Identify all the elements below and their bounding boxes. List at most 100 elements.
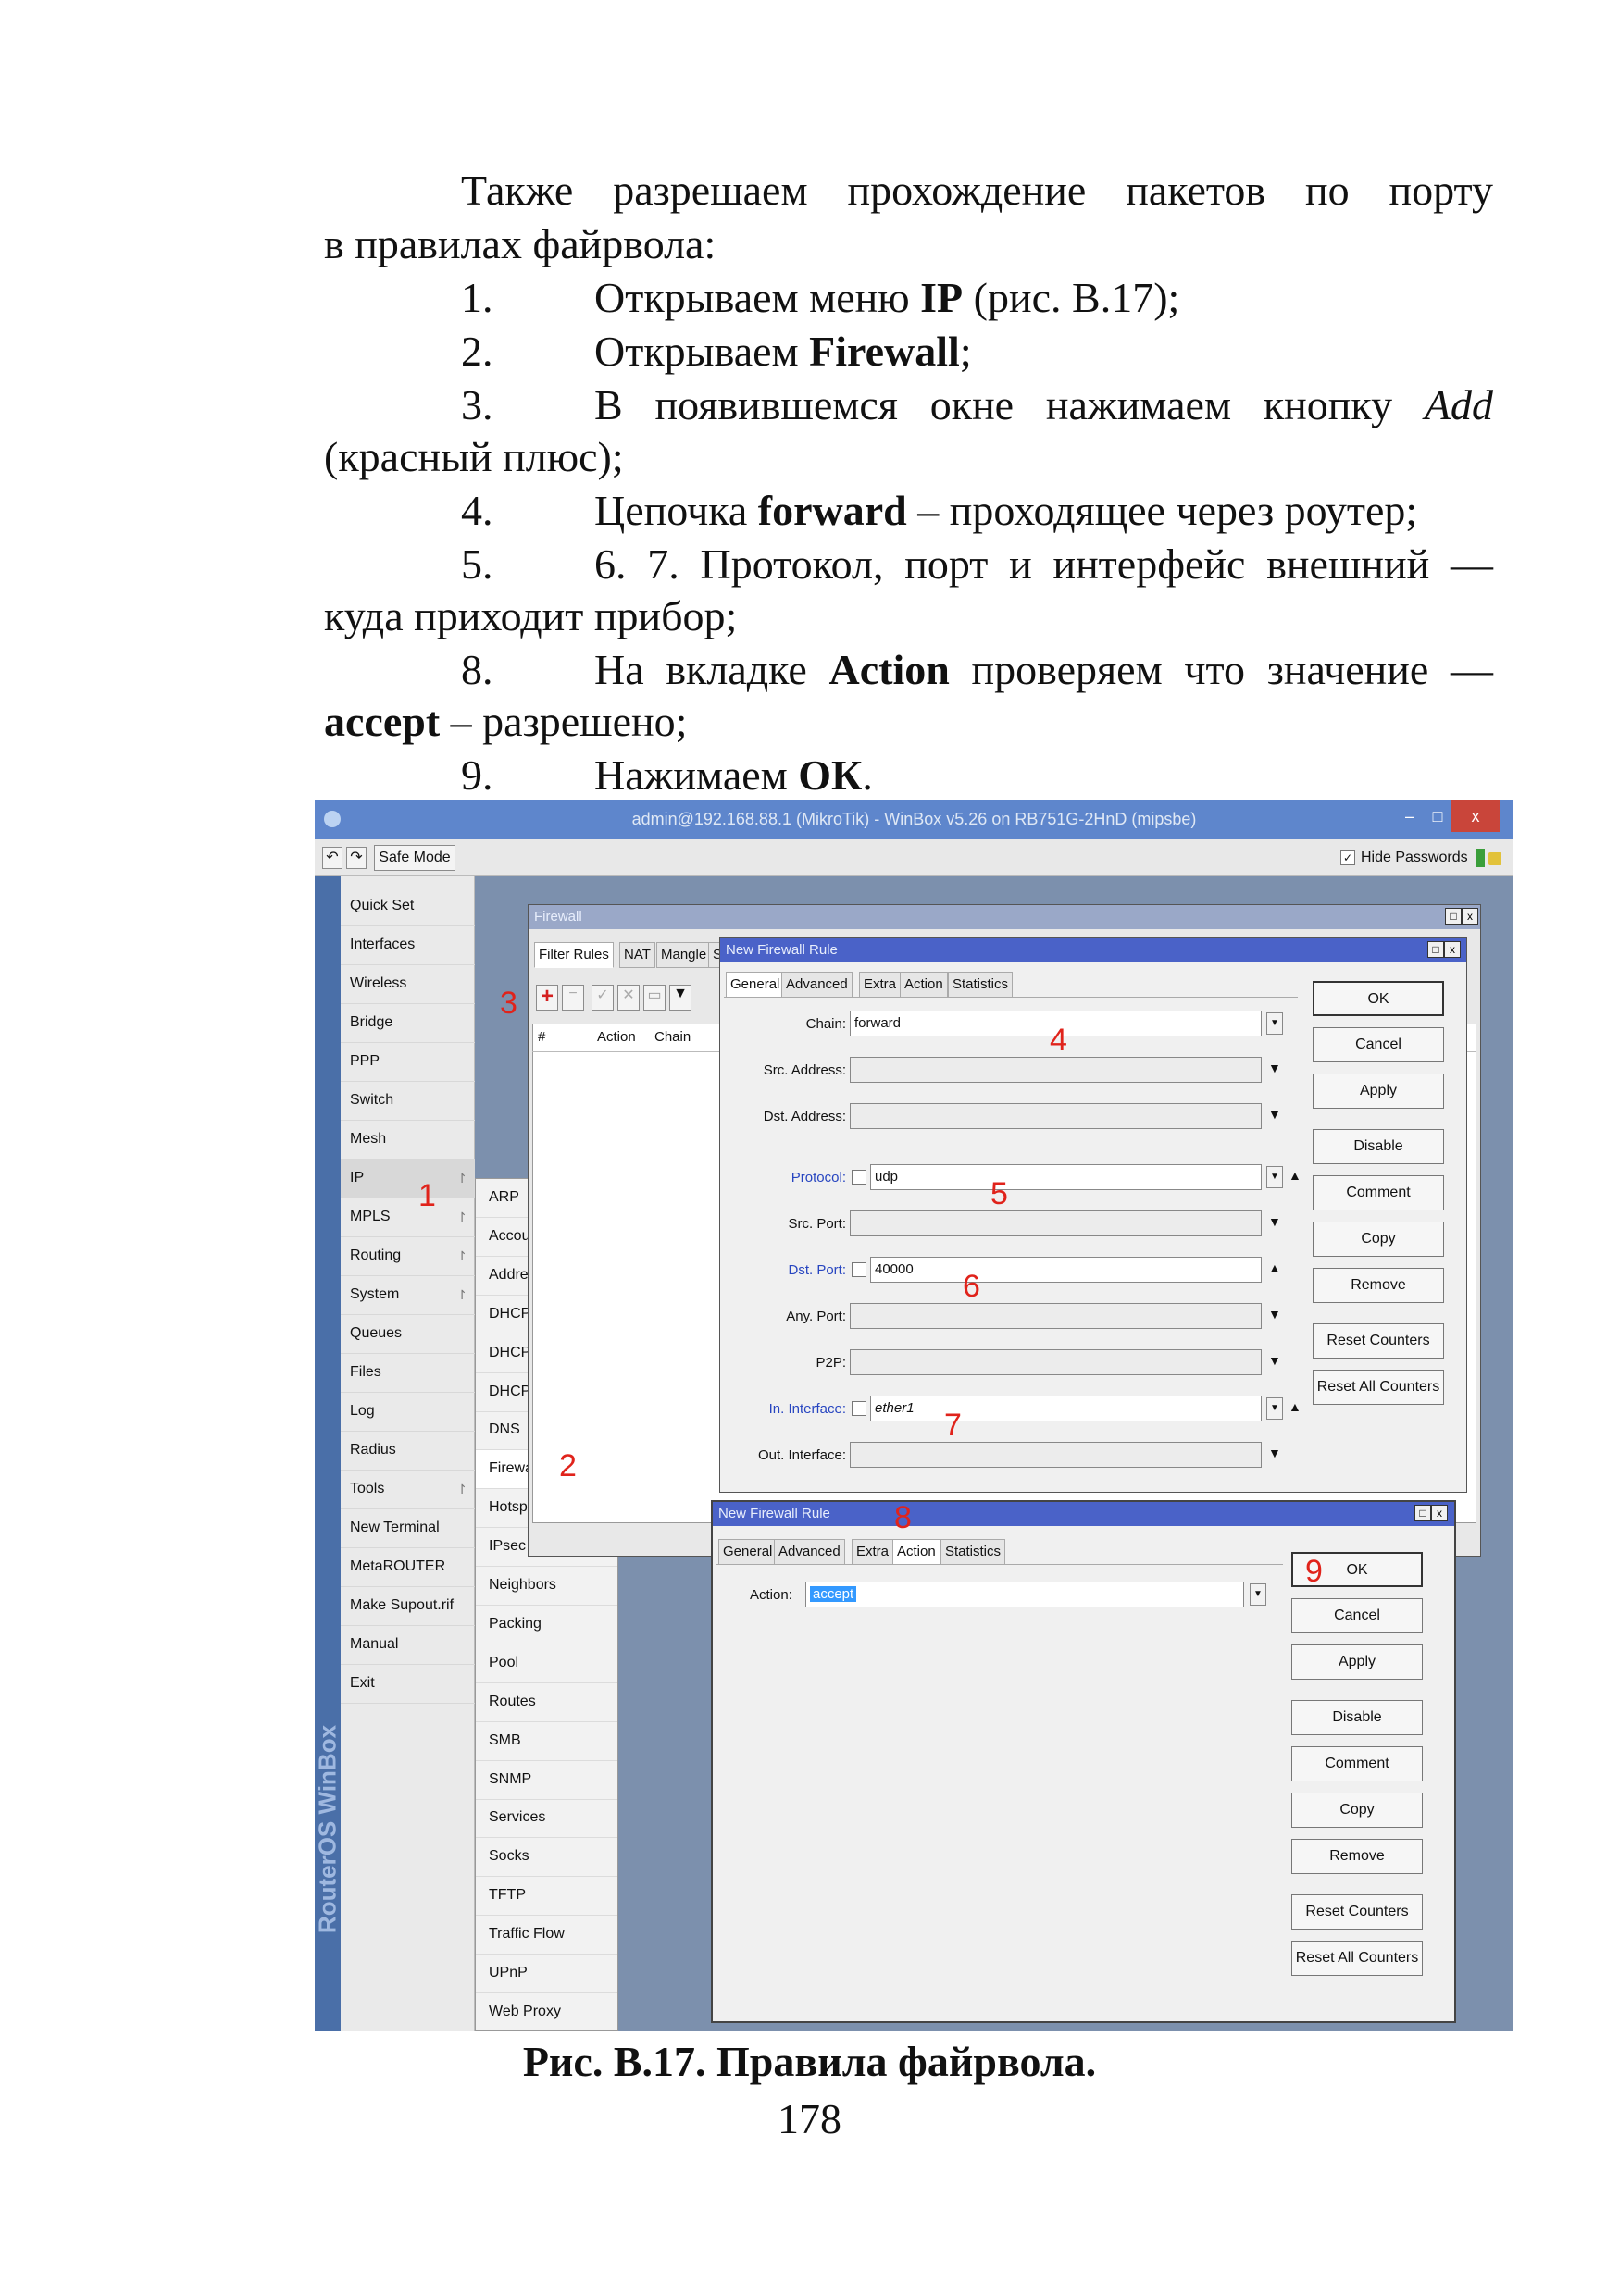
tab-filter-rules[interactable]: Filter Rules: [534, 942, 614, 968]
src-address-field[interactable]: [850, 1057, 1262, 1083]
menu-item-queues[interactable]: Queues: [341, 1315, 475, 1354]
in-interface-negate-checkbox[interactable]: [852, 1401, 866, 1416]
menu-item-mesh[interactable]: Mesh: [341, 1121, 475, 1160]
menu-item-manual[interactable]: Manual: [341, 1626, 475, 1665]
menu-item-metarouter[interactable]: MetaROUTER: [341, 1548, 475, 1587]
p2p-field[interactable]: [850, 1349, 1262, 1375]
chevron-down-icon[interactable]: ▼: [1250, 1583, 1266, 1606]
submenu-item-routes[interactable]: Routes: [476, 1683, 617, 1722]
action-field[interactable]: accept: [805, 1582, 1244, 1607]
menu-item-wireless[interactable]: Wireless: [341, 965, 475, 1004]
minimize-button[interactable]: –: [1396, 800, 1424, 832]
menu-item-quick-set[interactable]: Quick Set: [341, 887, 475, 926]
protocol-field[interactable]: udp: [870, 1164, 1262, 1190]
maximize-button[interactable]: □: [1424, 800, 1451, 832]
undo-icon[interactable]: ↶: [322, 847, 342, 869]
remove-button[interactable]: Remove: [1313, 1268, 1444, 1303]
src-port-field[interactable]: [850, 1210, 1262, 1236]
dst-address-field[interactable]: [850, 1103, 1262, 1129]
ok-button[interactable]: OK: [1313, 981, 1444, 1016]
remove-button[interactable]: Remove: [1291, 1839, 1423, 1874]
tab-mangle[interactable]: Mangle: [656, 942, 712, 968]
submenu-item-snmp[interactable]: SNMP: [476, 1761, 617, 1800]
restore-icon[interactable]: □: [1414, 1505, 1431, 1521]
chevron-down-icon[interactable]: ▼: [1266, 1166, 1283, 1188]
copy-button[interactable]: Copy: [1291, 1793, 1423, 1828]
cancel-button[interactable]: Cancel: [1291, 1598, 1423, 1633]
redo-icon[interactable]: ↷: [346, 847, 367, 869]
close-button[interactable]: x: [1451, 800, 1500, 832]
submenu-item-neighbors[interactable]: Neighbors: [476, 1567, 617, 1606]
tab-action[interactable]: Action: [900, 972, 948, 998]
reset-all-counters-button[interactable]: Reset All Counters: [1291, 1941, 1423, 1976]
menu-item-log[interactable]: Log: [341, 1393, 475, 1432]
filter-icon[interactable]: ▼: [669, 985, 691, 1011]
submenu-item-traffic-flow[interactable]: Traffic Flow: [476, 1916, 617, 1955]
menu-item-radius[interactable]: Radius: [341, 1432, 475, 1471]
tab-nat[interactable]: NAT: [619, 942, 655, 968]
safe-mode-button[interactable]: Safe Mode: [374, 845, 455, 871]
close-icon[interactable]: x: [1444, 941, 1461, 958]
collapse-icon[interactable]: ▲: [1289, 1168, 1301, 1183]
menu-item-ip[interactable]: IP ↾: [341, 1160, 475, 1198]
menu-item-routing[interactable]: Routing ↾: [341, 1237, 475, 1276]
expand-icon[interactable]: ▼: [1268, 1307, 1281, 1322]
expand-icon[interactable]: ▼: [1268, 1061, 1281, 1075]
tab-advanced[interactable]: Advanced: [781, 972, 853, 998]
chevron-down-icon[interactable]: ▼: [1266, 1012, 1283, 1035]
menu-item-tools[interactable]: Tools ↾: [341, 1471, 475, 1509]
comment-icon[interactable]: ▭: [643, 985, 666, 1011]
collapse-icon[interactable]: ▲: [1268, 1260, 1281, 1275]
tab-statistics[interactable]: Statistics: [940, 1539, 1006, 1565]
remove-icon[interactable]: −: [562, 985, 584, 1011]
out-interface-field[interactable]: [850, 1442, 1262, 1468]
expand-icon[interactable]: ▼: [1268, 1107, 1281, 1122]
tab-general[interactable]: General: [718, 1539, 778, 1565]
menu-item-bridge[interactable]: Bridge: [341, 1004, 475, 1043]
expand-icon[interactable]: ▼: [1268, 1353, 1281, 1368]
collapse-icon[interactable]: ▲: [1289, 1399, 1301, 1414]
menu-item-interfaces[interactable]: Interfaces: [341, 926, 475, 965]
chevron-down-icon[interactable]: ▼: [1266, 1397, 1283, 1420]
protocol-negate-checkbox[interactable]: [852, 1170, 866, 1185]
disable-icon[interactable]: ✕: [617, 985, 640, 1011]
disable-button[interactable]: Disable: [1313, 1129, 1444, 1164]
menu-item-files[interactable]: Files: [341, 1354, 475, 1393]
tab-action[interactable]: Action: [892, 1539, 940, 1565]
close-icon[interactable]: x: [1462, 908, 1478, 925]
reset-counters-button[interactable]: Reset Counters: [1313, 1323, 1444, 1359]
any-port-field[interactable]: [850, 1303, 1262, 1329]
menu-item-new-terminal[interactable]: New Terminal: [341, 1509, 475, 1548]
close-icon[interactable]: x: [1431, 1505, 1448, 1521]
in-interface-field[interactable]: ether1: [870, 1396, 1262, 1421]
disable-button[interactable]: Disable: [1291, 1700, 1423, 1735]
cancel-button[interactable]: Cancel: [1313, 1027, 1444, 1062]
submenu-item-socks[interactable]: Socks: [476, 1838, 617, 1878]
reset-counters-button[interactable]: Reset Counters: [1291, 1894, 1423, 1930]
submenu-item-web-proxy[interactable]: Web Proxy: [476, 1993, 617, 2031]
comment-button[interactable]: Comment: [1291, 1746, 1423, 1781]
menu-item-system[interactable]: System ↾: [341, 1276, 475, 1315]
dst-port-negate-checkbox[interactable]: [852, 1262, 866, 1277]
menu-item-exit[interactable]: Exit: [341, 1665, 475, 1704]
menu-item-ppp[interactable]: PPP: [341, 1043, 475, 1082]
submenu-item-packing[interactable]: Packing: [476, 1606, 617, 1644]
restore-icon[interactable]: □: [1445, 908, 1462, 925]
submenu-item-pool[interactable]: Pool: [476, 1644, 617, 1683]
tab-extra[interactable]: Extra: [852, 1539, 894, 1565]
add-button[interactable]: +: [536, 985, 558, 1011]
menu-item-mpls[interactable]: MPLS ↾: [341, 1198, 475, 1237]
submenu-item-tftp[interactable]: TFTP: [476, 1877, 617, 1917]
reset-all-counters-button[interactable]: Reset All Counters: [1313, 1370, 1444, 1405]
apply-button[interactable]: Apply: [1313, 1074, 1444, 1109]
expand-icon[interactable]: ▼: [1268, 1446, 1281, 1460]
comment-button[interactable]: Comment: [1313, 1175, 1444, 1210]
dst-port-field[interactable]: 40000: [870, 1257, 1262, 1283]
apply-button[interactable]: Apply: [1291, 1644, 1423, 1680]
enable-icon[interactable]: ✓: [592, 985, 614, 1011]
tab-statistics[interactable]: Statistics: [948, 972, 1014, 998]
tab-general[interactable]: General: [726, 972, 785, 998]
hide-passwords-checkbox[interactable]: ✓: [1340, 850, 1355, 865]
restore-icon[interactable]: □: [1427, 941, 1444, 958]
copy-button[interactable]: Copy: [1313, 1222, 1444, 1257]
